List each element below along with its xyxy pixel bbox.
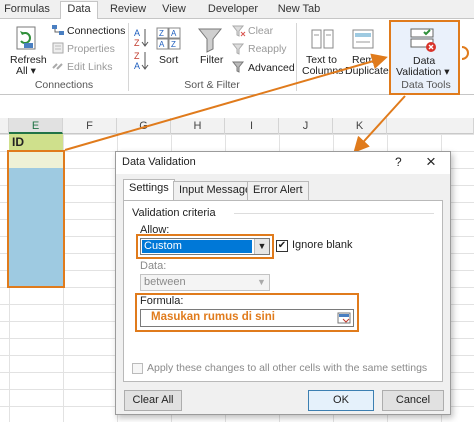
arrow-to-dialog <box>353 95 406 153</box>
help-button[interactable]: ? <box>395 155 402 169</box>
ok-button[interactable]: OK <box>308 390 374 411</box>
clear-all-button[interactable]: Clear All <box>124 390 182 411</box>
validation-criteria-label: Validation criteria <box>132 207 216 219</box>
dialog-titlebar[interactable]: Data Validation ? × <box>116 152 450 174</box>
allow-highlight-box <box>136 234 274 259</box>
data-validation-dialog: Data Validation ? × Settings Input Messa… <box>115 151 451 415</box>
ignore-blank-checkbox[interactable]: ✔ <box>276 240 288 252</box>
formula-highlight-box <box>135 293 359 332</box>
tab-error-alert[interactable]: Error Alert <box>247 181 309 200</box>
chevron-down-icon: ▼ <box>257 277 266 287</box>
arrow-to-data-validation <box>64 53 388 151</box>
tab-input-message[interactable]: Input Message <box>173 181 258 200</box>
dialog-title: Data Validation <box>122 156 196 168</box>
ignore-blank-label: Ignore blank <box>292 239 353 251</box>
tab-settings[interactable]: Settings <box>123 179 175 201</box>
data-select[interactable]: between ▼ <box>140 274 270 291</box>
cancel-button[interactable]: Cancel <box>382 390 444 411</box>
settings-panel: Validation criteria Allow: Custom ▼ ✔ Ig… <box>123 200 443 382</box>
criteria-divider <box>234 213 434 214</box>
data-label: Data: <box>140 260 167 272</box>
apply-all-checkbox[interactable] <box>132 363 143 374</box>
close-button[interactable]: × <box>426 152 436 172</box>
data-selected-value: between <box>144 276 186 288</box>
apply-all-label: Apply these changes to all other cells w… <box>147 362 428 374</box>
